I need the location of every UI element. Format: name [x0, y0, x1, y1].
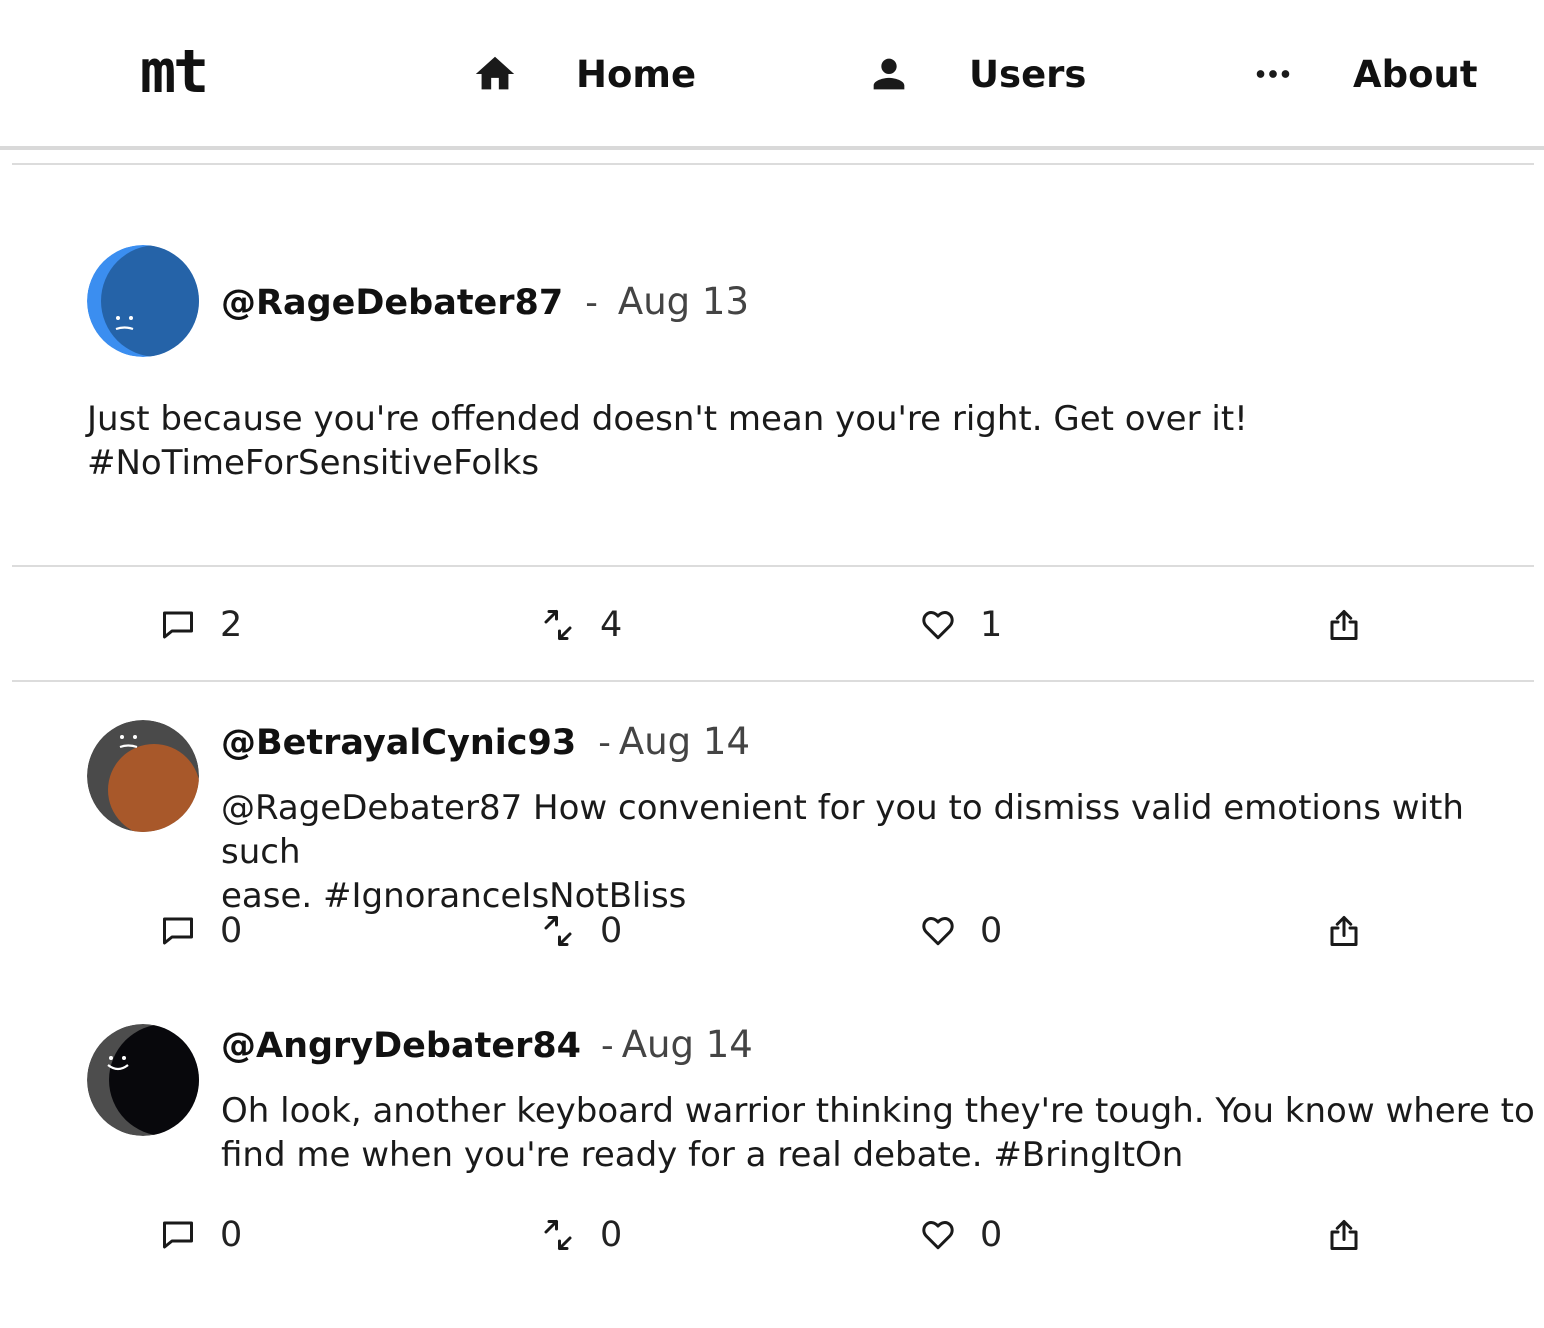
- reply-count: 0: [220, 1215, 243, 1255]
- header-separator: -: [601, 1026, 614, 1066]
- app-logo[interactable]: mt: [140, 36, 209, 108]
- post-text-line: find me when you're ready for a real deb…: [221, 1135, 1184, 1175]
- heart-icon: [920, 1217, 956, 1253]
- like-button[interactable]: 1: [920, 600, 1002, 650]
- post-text-line: @RageDebater87 How convenient for you to…: [221, 788, 1464, 872]
- reply-icon: [160, 1217, 196, 1253]
- reply-count: 0: [220, 911, 243, 951]
- repost-button[interactable]: 4: [540, 600, 622, 650]
- repost-count: 0: [600, 911, 623, 951]
- divider: [12, 163, 1534, 165]
- heart-icon: [920, 913, 956, 949]
- post-header: @BetrayalCynic93 - Aug 14: [221, 720, 750, 763]
- post-text-line: Just because you're offended doesn't mea…: [87, 399, 1248, 439]
- more-dots-icon: [1250, 51, 1296, 97]
- reply-button[interactable]: 2: [160, 600, 242, 650]
- header-divider: [0, 146, 1544, 150]
- post-text-line: Oh look, another keyboard warrior thinki…: [221, 1091, 1535, 1131]
- nav-about-label: About: [1353, 52, 1478, 96]
- avatar[interactable]: [87, 720, 199, 832]
- repost-count: 0: [600, 1215, 623, 1255]
- share-button[interactable]: [1326, 906, 1362, 956]
- nav-users-label: Users: [969, 52, 1087, 96]
- share-icon: [1326, 913, 1362, 949]
- post-text: @RageDebater87 How convenient for you to…: [221, 786, 1544, 918]
- home-icon: [472, 51, 518, 97]
- like-count: 0: [980, 911, 1003, 951]
- share-button[interactable]: [1326, 600, 1362, 650]
- post-text-line: #NoTimeForSensitiveFolks: [87, 443, 540, 483]
- heart-icon: [920, 607, 956, 643]
- reply-button[interactable]: 0: [160, 1210, 242, 1260]
- like-count: 1: [980, 605, 1003, 645]
- post-date[interactable]: Aug 14: [622, 1023, 753, 1066]
- author-handle[interactable]: @AngryDebater84: [221, 1026, 581, 1066]
- post-header: @RageDebater87 - Aug 13: [221, 280, 749, 323]
- top-navigation-bar: mt Home Users About: [0, 0, 1544, 146]
- nav-home-label: Home: [576, 52, 697, 96]
- repost-icon: [540, 1217, 576, 1253]
- reply-count: 2: [220, 605, 243, 645]
- repost-icon: [540, 913, 576, 949]
- reply-button[interactable]: 0: [160, 906, 242, 956]
- header-separator: -: [598, 723, 611, 763]
- avatar[interactable]: [87, 1024, 199, 1136]
- user-icon: [866, 51, 912, 97]
- like-button[interactable]: 0: [920, 1210, 1002, 1260]
- nav-about[interactable]: About: [1250, 44, 1478, 104]
- share-icon: [1326, 607, 1362, 643]
- post-date[interactable]: Aug 14: [619, 720, 750, 763]
- nav-users[interactable]: Users: [866, 44, 1086, 104]
- reply-icon: [160, 913, 196, 949]
- post-date[interactable]: Aug 13: [618, 280, 749, 323]
- like-button[interactable]: 0: [920, 906, 1002, 956]
- repost-icon: [540, 607, 576, 643]
- nav-home[interactable]: Home: [472, 44, 696, 104]
- repost-button[interactable]: 0: [540, 1210, 622, 1260]
- divider: [12, 565, 1534, 567]
- author-handle[interactable]: @BetrayalCynic93: [221, 723, 576, 763]
- post-text: Just because you're offended doesn't mea…: [87, 397, 1248, 485]
- share-button[interactable]: [1326, 1210, 1362, 1260]
- share-icon: [1326, 1217, 1362, 1253]
- post-text: Oh look, another keyboard warrior thinki…: [221, 1089, 1535, 1177]
- avatar[interactable]: [87, 245, 199, 357]
- reply-icon: [160, 607, 196, 643]
- repost-button[interactable]: 0: [540, 906, 622, 956]
- header-separator: -: [585, 283, 598, 323]
- like-count: 0: [980, 1215, 1003, 1255]
- post-header: @AngryDebater84 - Aug 14: [221, 1023, 753, 1066]
- repost-count: 4: [600, 605, 623, 645]
- divider: [12, 680, 1534, 682]
- author-handle[interactable]: @RageDebater87: [221, 283, 563, 323]
